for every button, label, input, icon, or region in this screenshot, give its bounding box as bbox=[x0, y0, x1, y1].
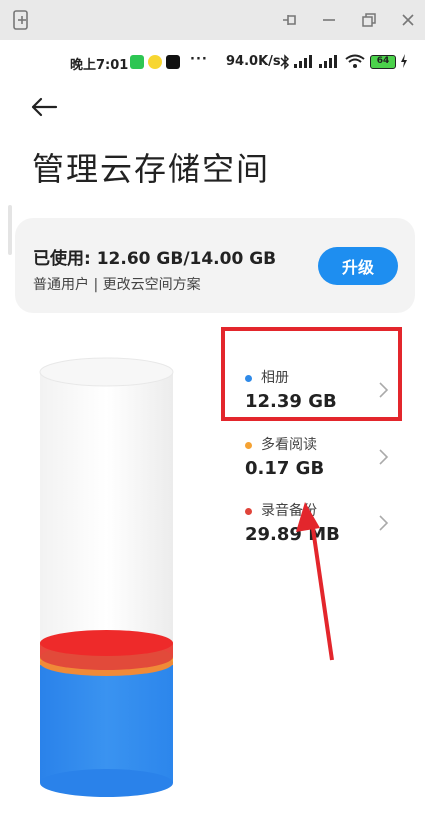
recordings-color-dot bbox=[245, 508, 252, 515]
annotation-highlight-box bbox=[221, 327, 402, 421]
pin-icon[interactable] bbox=[278, 8, 302, 32]
cylinder-top bbox=[39, 357, 174, 387]
storage-item-reading[interactable]: 多看阅读 0.17 GB bbox=[245, 432, 415, 496]
minimize-icon[interactable] bbox=[317, 8, 341, 32]
cylinder-fill-top bbox=[40, 630, 173, 656]
restore-icon[interactable] bbox=[357, 8, 381, 32]
chevron-right-icon bbox=[379, 515, 389, 531]
new-window-icon[interactable] bbox=[10, 8, 34, 32]
chevron-right-icon bbox=[379, 449, 389, 465]
storage-item-recordings[interactable]: 录音备份 29.89 MB bbox=[245, 498, 415, 562]
storage-item-label: 多看阅读 bbox=[261, 437, 317, 453]
cylinder-bottom bbox=[40, 769, 173, 797]
phone-screen: 晚上7:01 ··· 94.0K/s 64 管理云存储空间 已使用: 12.60… bbox=[0, 40, 425, 815]
storage-item-value: 29.89 MB bbox=[245, 524, 340, 545]
reading-color-dot bbox=[245, 442, 252, 449]
storage-item-value: 0.17 GB bbox=[245, 458, 325, 479]
close-icon[interactable] bbox=[396, 8, 420, 32]
window-title-bar bbox=[0, 0, 425, 40]
cylinder-photos-segment bbox=[40, 663, 173, 783]
storage-item-label: 录音备份 bbox=[261, 503, 317, 519]
cylinder-empty-body bbox=[40, 372, 173, 642]
